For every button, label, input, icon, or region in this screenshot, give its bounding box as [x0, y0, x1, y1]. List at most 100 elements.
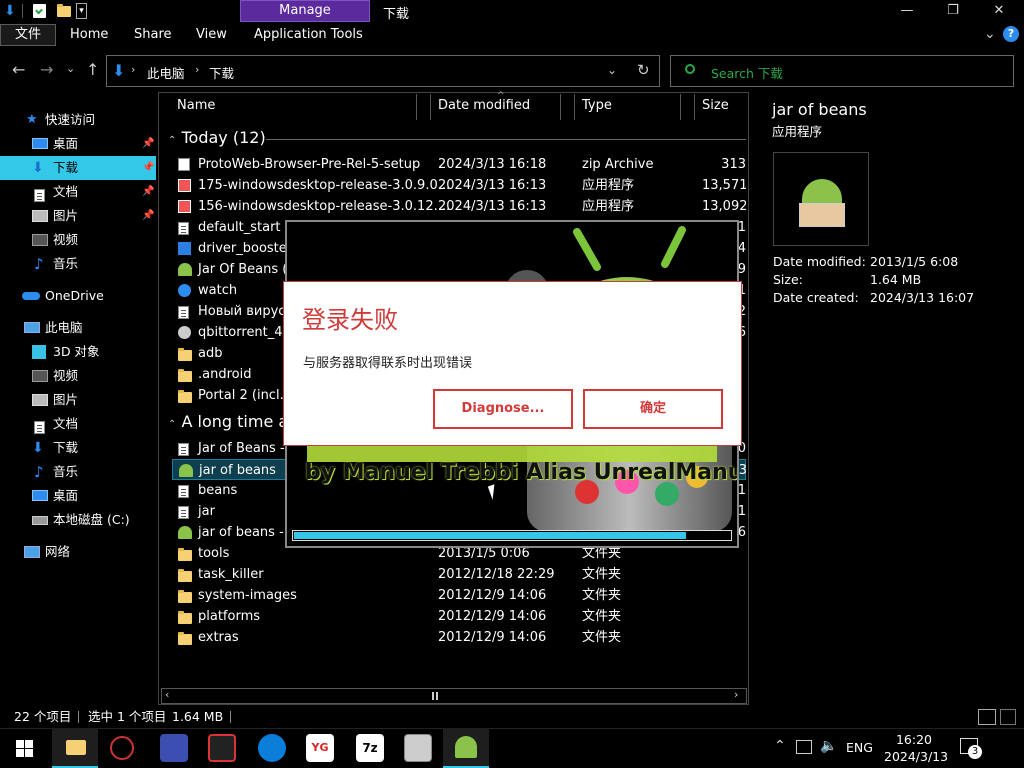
- qat-dropdown-icon[interactable]: ▾: [76, 3, 87, 19]
- clock[interactable]: 16:20 2024/3/13: [884, 731, 948, 765]
- nav-pc-downloads[interactable]: ⬇ 下载: [0, 436, 158, 460]
- scroll-left-icon[interactable]: ‹: [165, 688, 169, 701]
- scroll-thumb[interactable]: [432, 692, 438, 700]
- file-size: 13,571: [702, 178, 746, 193]
- nav-music[interactable]: ♪ 音乐: [0, 252, 158, 276]
- up-button[interactable]: ↑: [86, 60, 99, 79]
- file-row[interactable]: task_killer 2012/12/18 22:29 文件夹: [172, 564, 746, 585]
- file-date: 2012/12/9 14:06: [438, 609, 547, 624]
- ribbon-expand-icon[interactable]: ⌄: [984, 26, 996, 42]
- minimize-button[interactable]: —: [884, 0, 930, 22]
- column-divider[interactable]: [680, 94, 681, 120]
- new-folder-icon[interactable]: [57, 4, 71, 20]
- refresh-button[interactable]: ↻: [637, 61, 650, 79]
- nav-onedrive[interactable]: OneDrive: [0, 284, 158, 308]
- recent-locations-button[interactable]: ⌄: [66, 62, 75, 75]
- status-bar: 22 个项目 选中 1 个项目 1.64 MB: [0, 706, 1024, 728]
- nav-3d-objects[interactable]: 3D 对象: [0, 340, 158, 364]
- tab-view[interactable]: View: [196, 24, 227, 46]
- taskbar-jar-of-beans-button[interactable]: [443, 728, 489, 768]
- volume-muted-icon[interactable]: 🔈: [820, 738, 837, 754]
- edge-browser-icon[interactable]: [258, 734, 286, 762]
- picture-icon: [32, 210, 48, 222]
- file-name: system-images: [198, 588, 297, 603]
- back-button[interactable]: ←: [12, 60, 25, 79]
- taskbar-explorer-button[interactable]: [52, 728, 98, 768]
- language-indicator[interactable]: ENG: [846, 740, 873, 755]
- tab-application-tools[interactable]: Application Tools: [254, 24, 363, 46]
- title-bar: ⬇ ▾ Manage 下载 — ❐ ✕: [0, 0, 1024, 22]
- group-header-today[interactable]: ⌃ Today (12): [168, 128, 266, 147]
- address-dropdown-button[interactable]: ⌄: [607, 63, 617, 77]
- tab-file[interactable]: 文件: [0, 24, 56, 46]
- scroll-right-icon[interactable]: ›: [734, 688, 738, 701]
- address-bar[interactable]: ⬇ › 此电脑 › 下载 ⌄ ↻: [106, 55, 660, 87]
- nav-label: OneDrive: [45, 288, 104, 303]
- ok-button[interactable]: 确定: [583, 389, 723, 429]
- nav-label: 快速访问: [45, 112, 96, 127]
- tab-share[interactable]: Share: [134, 24, 172, 46]
- group-label: A long time ag: [181, 412, 299, 431]
- forward-button[interactable]: →: [40, 60, 53, 79]
- column-divider[interactable]: [430, 94, 431, 120]
- nav-label: 3D 对象: [53, 344, 100, 359]
- column-header-type[interactable]: Type: [582, 96, 612, 118]
- column-divider[interactable]: [574, 94, 575, 120]
- close-button[interactable]: ✕: [976, 0, 1022, 22]
- 7zip-icon[interactable]: 7z: [356, 734, 384, 762]
- nav-downloads[interactable]: ⬇ 下载 📌: [0, 156, 156, 180]
- nav-pc-videos[interactable]: 视频: [0, 364, 158, 388]
- file-row[interactable]: system-images 2012/12/9 14:06 文件夹: [172, 585, 746, 606]
- file-name: beans: [198, 483, 238, 498]
- file-row[interactable]: 156-windowsdesktop-release-3.0.12.... 202…: [172, 196, 746, 217]
- group-header-long-ago[interactable]: ⌃ A long time ag: [168, 412, 298, 431]
- column-header-date[interactable]: Date modified: [438, 96, 530, 118]
- column-divider[interactable]: [694, 94, 695, 120]
- manage-context-tab[interactable]: Manage: [240, 0, 370, 22]
- file-row[interactable]: ProtoWeb-Browser-Pre-Rel-5-setup 2024/3/1…: [172, 154, 746, 175]
- column-divider[interactable]: [560, 94, 561, 120]
- nav-label: 音乐: [53, 464, 79, 479]
- nav-pc-music[interactable]: ♪ 音乐: [0, 460, 158, 484]
- nav-network[interactable]: 网络: [0, 540, 158, 564]
- nav-pc-pictures[interactable]: 图片: [0, 388, 158, 412]
- column-header-size[interactable]: Size: [702, 96, 729, 118]
- breadcrumb-downloads[interactable]: 下载: [209, 63, 234, 82]
- nav-pictures[interactable]: 图片 📌: [0, 204, 158, 228]
- clipboard-app-icon[interactable]: [404, 734, 432, 762]
- network-tray-icon[interactable]: [796, 740, 812, 754]
- help-icon[interactable]: ?: [1003, 26, 1019, 42]
- nav-local-disk[interactable]: 本地磁盘 (C:): [0, 508, 158, 532]
- breadcrumb-this-pc[interactable]: 此电脑: [147, 63, 185, 82]
- remote-app-icon[interactable]: [160, 734, 188, 762]
- diagnose-button[interactable]: Diagnose...: [433, 389, 573, 429]
- maximize-button[interactable]: ❐: [930, 0, 976, 22]
- file-row[interactable]: platforms 2012/12/9 14:06 文件夹: [172, 606, 746, 627]
- nav-desktop[interactable]: 桌面 📌: [0, 132, 158, 156]
- tab-home[interactable]: Home: [70, 24, 108, 46]
- show-hidden-icons-chevron[interactable]: ⌃: [774, 738, 786, 754]
- screen-recorder-icon[interactable]: [208, 734, 236, 762]
- nav-pc-documents[interactable]: 文档: [0, 412, 158, 436]
- action-center-icon[interactable]: 3: [960, 738, 982, 759]
- security-app-icon[interactable]: [110, 736, 134, 760]
- column-divider[interactable]: [416, 94, 417, 120]
- nav-label: 视频: [53, 232, 79, 247]
- properties-icon[interactable]: [33, 4, 46, 18]
- nav-this-pc[interactable]: 此电脑: [0, 316, 158, 340]
- yg-app-icon[interactable]: YG: [306, 734, 334, 762]
- search-input[interactable]: Search 下载: [670, 55, 1014, 87]
- file-row[interactable]: 175-windowsdesktop-release-3.0.9.0... 202…: [172, 175, 746, 196]
- network-icon: [24, 546, 40, 558]
- windows-start-icon[interactable]: [16, 740, 33, 757]
- nav-quick-access[interactable]: ★ 快速访问: [0, 108, 158, 132]
- horizontal-scrollbar[interactable]: ‹ ›: [161, 688, 747, 704]
- file-row[interactable]: extras 2012/12/9 14:06 文件夹: [172, 627, 746, 648]
- details-view-icon[interactable]: [978, 709, 996, 725]
- large-icons-view-icon[interactable]: [1000, 709, 1016, 725]
- file-name: Jar of Beans -: [198, 441, 285, 456]
- nav-videos[interactable]: 视频: [0, 228, 158, 252]
- nav-documents[interactable]: 文档 📌: [0, 180, 158, 204]
- column-header-name[interactable]: Name: [177, 96, 215, 118]
- nav-pc-desktop[interactable]: 桌面: [0, 484, 158, 508]
